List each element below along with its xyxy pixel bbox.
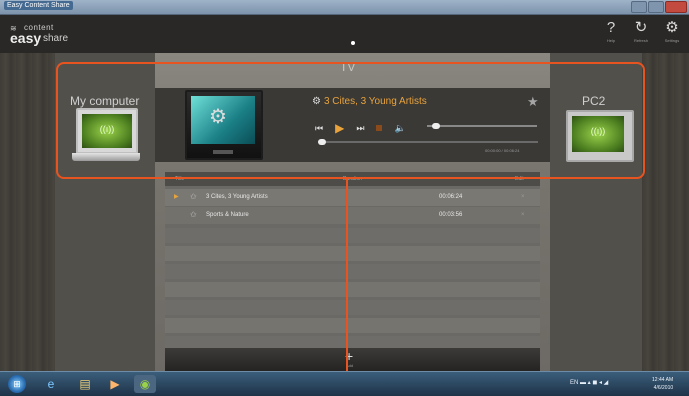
playlist-item-title: Sports & Nature xyxy=(206,212,249,218)
easy-share-icon[interactable]: ◉ xyxy=(134,375,156,393)
refresh-icon: ↻ xyxy=(634,19,648,36)
playlist-item-duration: 00:03:56 xyxy=(439,212,463,218)
highlight-frame xyxy=(56,62,645,179)
minimize-button[interactable] xyxy=(631,1,647,13)
maximize-button[interactable] xyxy=(648,1,664,13)
taskbar: ⊞ e ▤ ▶ ◉ EN ▬ ▴ ◼ ◂ ◢ 12:44 AM 4/6/2010 xyxy=(0,371,689,396)
logo-easy-text: easy xyxy=(10,30,42,46)
window-title: Easy Content Share xyxy=(4,1,73,10)
star-icon[interactable]: ✩ xyxy=(190,192,197,201)
app-header: ≋ content easy share ? Help ↻ Refresh ⚙ … xyxy=(0,15,689,53)
add-bar: + Add xyxy=(165,348,540,371)
clock-time: 12:44 AM xyxy=(652,377,674,383)
refresh-button[interactable]: ↻ Refresh xyxy=(628,19,654,43)
playlist-empty-row xyxy=(165,318,540,333)
system-tray[interactable]: EN ▬ ▴ ◼ ◂ ◢ xyxy=(570,379,608,386)
media-player-icon[interactable]: ▶ xyxy=(104,375,126,393)
callout-line xyxy=(346,179,348,395)
help-icon: ? xyxy=(606,19,616,36)
playlist-empty-row xyxy=(165,282,540,297)
settings-icon: ⚙ xyxy=(665,19,679,36)
wall-left xyxy=(0,53,55,371)
playlist-empty-row xyxy=(165,264,540,279)
settings-button[interactable]: ⚙ Settings xyxy=(659,19,685,43)
star-icon[interactable]: ✩ xyxy=(190,210,197,219)
playlist-row[interactable]: ▶ ✩ 3 Cites, 3 Young Artists 00:06:24 × xyxy=(165,189,540,206)
remove-icon[interactable]: × xyxy=(521,212,525,218)
help-caption: Help xyxy=(606,38,616,43)
help-button[interactable]: ? Help xyxy=(598,19,624,43)
playlist-empty-row xyxy=(165,246,540,261)
remove-icon[interactable]: × xyxy=(521,194,525,200)
playlist-row[interactable]: ✩ Sports & Nature 00:03:56 × xyxy=(165,207,540,224)
now-playing-indicator-icon: ▶ xyxy=(174,194,179,200)
playlist-empty-row xyxy=(165,228,540,243)
wall-right xyxy=(642,53,689,371)
page-indicator-dot xyxy=(351,41,355,45)
playlist-item-title: 3 Cites, 3 Young Artists xyxy=(206,194,268,200)
window-titlebar[interactable]: Easy Content Share xyxy=(0,0,689,15)
ie-icon[interactable]: e xyxy=(40,375,62,393)
playlist-item-duration: 00:06:24 xyxy=(439,194,463,200)
close-button[interactable] xyxy=(665,1,687,13)
playlist: Title Duration Edit ▶ ✩ 3 Cites, 3 Young… xyxy=(165,172,540,371)
start-button[interactable]: ⊞ xyxy=(8,375,26,393)
window-controls xyxy=(631,1,687,13)
refresh-caption: Refresh xyxy=(633,38,648,43)
clock-date: 4/6/2010 xyxy=(653,385,674,391)
playlist-empty-row xyxy=(165,300,540,315)
logo-share-text: share xyxy=(43,33,69,44)
settings-caption: Settings xyxy=(664,38,680,43)
explorer-icon[interactable]: ▤ xyxy=(74,375,96,393)
clock[interactable]: 12:44 AM 4/6/2010 xyxy=(652,376,673,392)
